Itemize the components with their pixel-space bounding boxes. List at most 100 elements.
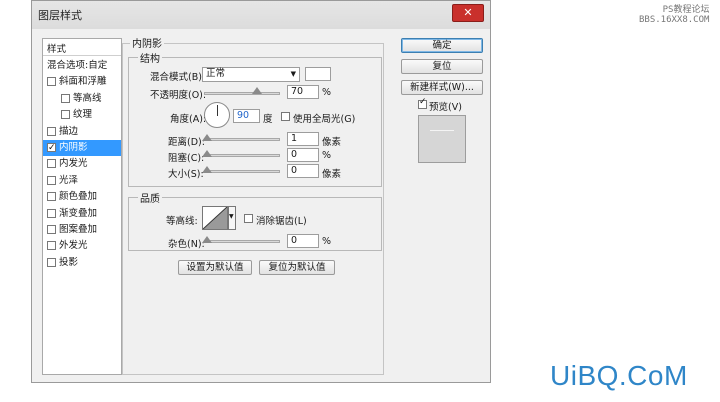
sidebar-item-label: 等高线 bbox=[73, 92, 102, 104]
opacity-label: 不透明度(O): bbox=[150, 90, 207, 101]
layer-style-dialog: 图层样式 ✕ 样式 混合选项:自定斜面和浮雕等高线纹理描边内阴影内发光光泽颜色叠… bbox=[31, 0, 491, 383]
sidebar-item[interactable]: 投影 bbox=[43, 255, 121, 271]
sidebar-item-checkbox[interactable] bbox=[47, 140, 56, 156]
shadow-color-swatch[interactable] bbox=[305, 67, 331, 81]
chevron-down-icon: ▼ bbox=[229, 213, 234, 220]
sidebar-item-checkbox[interactable] bbox=[47, 159, 56, 169]
opacity-slider[interactable] bbox=[204, 92, 280, 95]
sidebar-divider bbox=[43, 55, 121, 56]
distance-slider-thumb[interactable] bbox=[202, 134, 212, 141]
sidebar-item-label: 内发光 bbox=[59, 158, 88, 170]
styles-list: 样式 混合选项:自定斜面和浮雕等高线纹理描边内阴影内发光光泽颜色叠加渐变叠加图案… bbox=[42, 38, 122, 375]
angle-unit: 度 bbox=[263, 114, 273, 125]
noise-label: 杂色(N): bbox=[168, 239, 205, 250]
blend-mode-value: 正常 bbox=[206, 68, 226, 79]
sidebar-item[interactable]: 内发光 bbox=[43, 156, 121, 172]
chevron-down-icon: ▼ bbox=[290, 70, 296, 78]
sidebar-item-label: 纹理 bbox=[73, 109, 93, 121]
size-input[interactable]: 0 bbox=[287, 164, 319, 178]
distance-label: 距离(D): bbox=[168, 137, 205, 148]
watermark-top-line2: BBS.16XX8.COM bbox=[639, 15, 710, 25]
sidebar-item-label: 投影 bbox=[59, 256, 79, 268]
sidebar-item[interactable]: 内阴影 bbox=[43, 140, 121, 156]
sidebar-item-checkbox[interactable] bbox=[61, 93, 70, 103]
choke-input[interactable]: 0 bbox=[287, 148, 319, 162]
close-icon: ✕ bbox=[463, 6, 473, 19]
sidebar-item-label: 混合选项:自定 bbox=[47, 60, 108, 71]
sidebar-item[interactable]: 光泽 bbox=[43, 173, 121, 189]
noise-slider-thumb[interactable] bbox=[202, 236, 212, 243]
choke-unit: % bbox=[322, 150, 332, 161]
reset-button[interactable]: 复位 bbox=[401, 59, 483, 74]
sidebar-item[interactable]: 斜面和浮雕 bbox=[43, 74, 121, 90]
sidebar-item-label: 描边 bbox=[59, 125, 79, 137]
sidebar-item-checkbox[interactable] bbox=[61, 110, 70, 120]
contour-curve-icon bbox=[203, 207, 227, 229]
size-slider[interactable] bbox=[204, 170, 280, 173]
opacity-unit: % bbox=[322, 87, 332, 98]
antialias-checkbox[interactable] bbox=[244, 214, 253, 223]
noise-unit: % bbox=[322, 236, 332, 247]
styles-header[interactable]: 样式 bbox=[47, 41, 66, 55]
sidebar-item-checkbox[interactable] bbox=[47, 192, 56, 202]
watermark-top: PS教程论坛 BBS.16XX8.COM bbox=[639, 5, 709, 25]
distance-input[interactable]: 1 bbox=[287, 132, 319, 146]
ok-button[interactable]: 确定 bbox=[401, 38, 483, 53]
sidebar-item-checkbox[interactable] bbox=[47, 241, 56, 251]
contour-dropdown[interactable]: ▼ bbox=[228, 206, 236, 230]
sidebar-item[interactable]: 等高线 bbox=[43, 91, 121, 107]
set-default-button[interactable]: 设置为默认值 bbox=[178, 260, 252, 275]
choke-slider-thumb[interactable] bbox=[202, 150, 212, 157]
angle-label: 角度(A): bbox=[170, 114, 207, 125]
size-unit: 像素 bbox=[322, 169, 342, 180]
sidebar-item-checkbox[interactable] bbox=[47, 257, 56, 267]
sidebar-item[interactable]: 颜色叠加 bbox=[43, 189, 121, 205]
noise-slider[interactable] bbox=[204, 240, 280, 243]
antialias-label: 消除锯齿(L) bbox=[256, 216, 307, 227]
sidebar-item-label: 斜面和浮雕 bbox=[59, 76, 107, 88]
contour-label: 等高线: bbox=[166, 216, 198, 227]
watermark-bottom: UiBQ.CoM bbox=[550, 360, 688, 391]
blend-mode-label: 混合模式(B): bbox=[150, 72, 206, 83]
sidebar-item-checkbox[interactable] bbox=[47, 175, 56, 185]
sidebar-item-checkbox[interactable] bbox=[47, 77, 56, 87]
sidebar-item-label: 光泽 bbox=[59, 174, 79, 186]
sidebar-item-label: 内阴影 bbox=[59, 142, 88, 153]
sidebar-item[interactable]: 描边 bbox=[43, 124, 121, 140]
contour-preview[interactable] bbox=[202, 206, 228, 230]
preview-checkbox[interactable] bbox=[418, 97, 427, 109]
sidebar-item[interactable]: 纹理 bbox=[43, 107, 121, 123]
reset-default-button[interactable]: 复位为默认值 bbox=[259, 260, 335, 275]
sidebar-item-label: 渐变叠加 bbox=[59, 207, 98, 219]
opacity-slider-thumb[interactable] bbox=[252, 87, 262, 94]
angle-dial[interactable] bbox=[204, 102, 230, 128]
inner-shadow-title: 内阴影 bbox=[130, 35, 164, 50]
choke-label: 阻塞(C): bbox=[168, 153, 205, 164]
noise-input[interactable]: 0 bbox=[287, 234, 319, 248]
dialog-title: 图层样式 bbox=[38, 9, 82, 22]
angle-dial-needle bbox=[217, 105, 218, 116]
angle-input[interactable]: 90 bbox=[233, 109, 260, 123]
sidebar-item-label: 颜色叠加 bbox=[59, 191, 98, 203]
global-light-checkbox[interactable] bbox=[281, 112, 290, 121]
distance-slider[interactable] bbox=[204, 138, 280, 141]
distance-unit: 像素 bbox=[322, 137, 342, 148]
sidebar-item[interactable]: 渐变叠加 bbox=[43, 206, 121, 222]
sidebar-item[interactable]: 外发光 bbox=[43, 238, 121, 254]
size-slider-thumb[interactable] bbox=[202, 166, 212, 173]
opacity-input[interactable]: 70 bbox=[287, 85, 319, 99]
size-label: 大小(S): bbox=[168, 169, 204, 180]
blend-mode-select[interactable]: 正常 ▼ bbox=[202, 67, 300, 82]
sidebar-item-checkbox[interactable] bbox=[47, 225, 56, 234]
sidebar-item[interactable]: 图案叠加 bbox=[43, 222, 121, 238]
sidebar-item[interactable]: 混合选项:自定 bbox=[43, 58, 121, 74]
style-preview-thumbnail bbox=[418, 115, 466, 163]
global-light-label: 使用全局光(G) bbox=[293, 114, 356, 125]
choke-slider[interactable] bbox=[204, 154, 280, 157]
sidebar-item-checkbox[interactable] bbox=[47, 126, 56, 136]
close-button[interactable]: ✕ bbox=[452, 4, 484, 22]
title-bar[interactable]: 图层样式 ✕ bbox=[32, 1, 490, 29]
sidebar-item-label: 图案叠加 bbox=[59, 224, 98, 235]
sidebar-item-checkbox[interactable] bbox=[47, 208, 56, 218]
new-style-button[interactable]: 新建样式(W)... bbox=[401, 80, 483, 95]
